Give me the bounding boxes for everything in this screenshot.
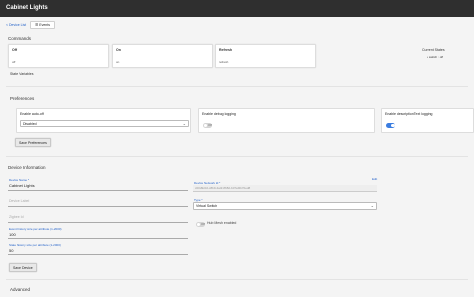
text-logging-label: Enable descriptionText logging [385,112,433,116]
type-value: Virtual Switch [196,204,218,208]
state-variables-title: State Variables [10,72,34,76]
underline [8,222,188,223]
save-device-button[interactable]: Save Device [9,263,37,272]
hub-mesh-label: Hub Mesh enabled [207,221,237,225]
app-header: Cabinet Lights [0,0,474,17]
underline [8,190,188,191]
nav-row: < Device List ☰ Events [6,21,55,29]
divider [6,279,468,280]
command-card-on[interactable]: On on [112,44,213,68]
debug-logging-label: Enable debug logging [202,112,236,116]
command-label: Refresh [219,48,233,52]
device-label-input[interactable]: Device Label [9,199,29,203]
command-label: On [116,48,121,52]
auto-off-value: Disabled [23,122,37,126]
auto-off-select[interactable]: Disabled ⌄ [20,120,189,127]
list-icon: ☰ [35,23,39,27]
underline [8,254,188,255]
pref-auto-off: Enable auto-off Disabled ⌄ [16,108,191,133]
device-information-title: Device Information [8,165,46,170]
chevron-down-icon: ⌄ [370,203,374,208]
event-history-label: Event history size per attribute (1-2000… [9,227,62,231]
divider [6,86,468,87]
command-card-refresh[interactable]: Refresh refresh [215,44,316,68]
toggle-knob [391,123,395,127]
toggle-off-text: Off [201,222,205,226]
network-id-input: c00d9c02-c8b9-4a4f-8682-b07af4b70ed8 [193,185,377,192]
divider [6,156,468,157]
pref-text-logging: Enable descriptionText logging [381,108,474,133]
device-name-input[interactable]: Cabinet Lights [9,183,35,188]
toggle-knob [203,123,207,127]
event-history-input[interactable]: 100 [9,232,16,237]
underline [8,206,188,207]
state-item: • switch : off [427,55,444,59]
text-logging-toggle[interactable] [386,123,395,128]
toggle-knob [196,222,200,226]
edit-network-id-link[interactable]: Edit [372,177,377,181]
command-card-off[interactable]: Off off [8,44,109,68]
page-title: Cabinet Lights [6,5,48,11]
advanced-title[interactable]: Advanced [10,287,30,292]
current-states: Current States • switch : off [422,48,445,59]
command-label: Off [12,48,18,52]
commands-title: Commands [8,36,32,41]
command-sub: off [12,60,16,64]
pref-debug-logging: Enable debug logging Off [198,108,375,133]
type-select[interactable]: Virtual Switch ⌄ [193,202,377,210]
state-history-label: State history size per attribute (1-2000… [9,243,61,247]
save-preferences-button[interactable]: Save Preferences [15,138,51,147]
current-states-title: Current States [422,48,445,52]
command-sub: on [116,60,120,64]
state-history-input[interactable]: 50 [9,248,13,253]
chevron-down-icon: ⌄ [182,121,186,126]
auto-off-label: Enable auto-off [20,112,44,116]
zigbee-id-input[interactable]: Zigbee Id [9,215,24,219]
command-sub: refresh [219,60,229,64]
events-button[interactable]: ☰ Events [30,21,55,29]
underline [8,238,188,239]
preferences-title: Preferences [10,96,35,101]
toggle-off-text: Off [208,123,212,127]
events-button-label: Events [39,23,50,27]
device-name-label: Device Name * [9,178,30,182]
back-to-device-list-link[interactable]: < Device List [6,23,26,27]
